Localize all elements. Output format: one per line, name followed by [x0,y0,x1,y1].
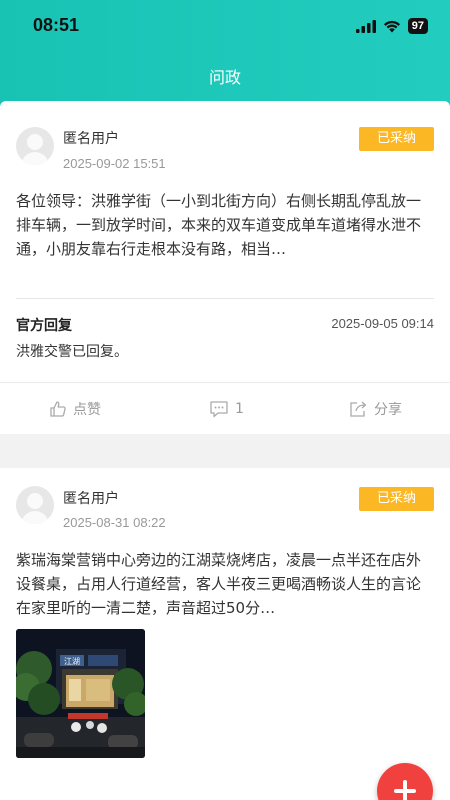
post-date: 2025-09-02 15:51 [63,156,166,171]
post-card[interactable]: 匿名用户 2025-08-31 08:22 已采纳 紫瑞海棠营销中心旁边的江湖菜… [0,468,450,800]
page-title: 问政 [208,68,241,87]
post-username: 匿名用户 [63,491,119,507]
post-feed[interactable]: 匿名用户 2025-09-02 15:51 已采纳 各位领导：洪雅学街（一小到北… [0,101,450,800]
status-badge: 已采纳 [359,487,434,511]
share-label: 分享 [374,402,402,418]
avatar-head-shape [27,134,43,150]
reply-date: 2025-09-05 09:14 [331,316,434,331]
avatar [16,127,54,165]
reply-text: 洪雅交警已回复。 [16,344,128,360]
post-card[interactable]: 匿名用户 2025-09-02 15:51 已采纳 各位领导：洪雅学街（一小到北… [0,111,450,434]
plus-icon [403,780,407,800]
like-label: 点赞 [73,402,101,418]
night-street-photo: 江湖 [16,629,145,758]
status-badge: 已采纳 [359,127,434,151]
post-text[interactable]: 各位领导：洪雅学街（一小到北街方向）右侧长期乱停乱放一排车辆，一到放学时间，本来… [16,189,434,261]
avatar-body-shape [21,511,49,524]
shop-sign-text: 江湖 [64,657,80,666]
feed-top-edge [0,101,450,111]
like-button[interactable]: 点赞 [49,383,101,435]
signal-icon [355,19,376,33]
battery-indicator: 97 [407,18,428,34]
comment-button[interactable]: 1 [209,383,244,435]
header-bar: 08:51 97 问政 [0,0,450,110]
thumbs-up-icon [50,401,66,417]
post-date: 2025-08-31 08:22 [63,515,166,530]
post-text[interactable]: 紫瑞海棠营销中心旁边的江湖菜烧烤店，凌晨一点半还在店外设餐桌，占用人行道经营，客… [16,548,434,620]
status-icons: 97 [355,18,428,34]
share-icon [350,401,367,417]
post-photo[interactable]: 江湖 [16,629,145,758]
comment-count: 1 [235,401,244,417]
card-separator [0,434,450,468]
wifi-icon [383,20,400,32]
status-bar: 08:51 97 [0,0,450,54]
avatar-body-shape [21,152,49,165]
avatar-head-shape [27,493,43,509]
share-button[interactable]: 分享 [349,383,402,435]
reply-label: 官方回复 [16,318,72,334]
post-username: 匿名用户 [63,131,119,147]
divider [16,298,434,299]
comment-icon [210,401,228,418]
status-time: 08:51 [33,15,80,35]
post-action-bar: 点赞 1 分享 [0,382,450,434]
avatar [16,486,54,524]
